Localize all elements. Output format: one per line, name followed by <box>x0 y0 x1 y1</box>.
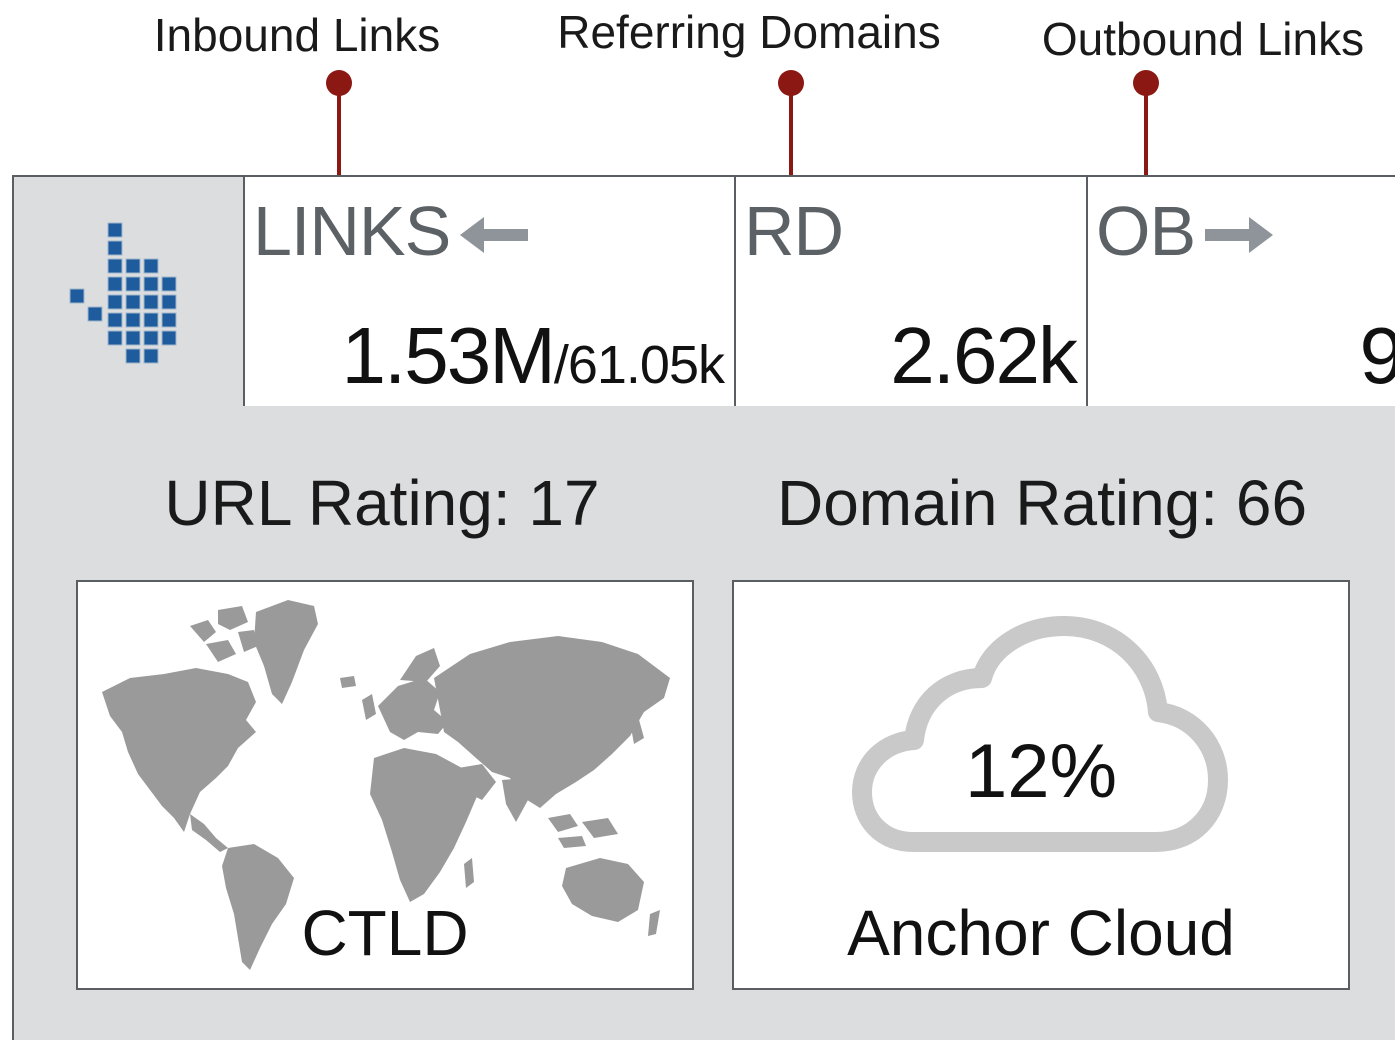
links-label: LINKS <box>253 192 451 270</box>
metric-rd[interactable]: RD 2.62k <box>736 177 1088 406</box>
domain-rating: Domain Rating: 66 <box>776 467 1308 539</box>
callout-referring-line <box>789 88 793 176</box>
ob-value: 9 <box>1359 311 1395 400</box>
url-rating: URL Rating: 17 <box>164 467 600 539</box>
metric-links[interactable]: LINKS 1.53M/61.05k <box>245 177 736 406</box>
ahrefs-toolbar: LINKS 1.53M/61.05k RD 2.62k OB 9 <box>12 175 1395 408</box>
callout-inbound-line <box>337 88 341 176</box>
rd-value: 2.62k <box>890 311 1078 400</box>
arrow-left-icon <box>460 191 529 271</box>
callout-referring-label: Referring Domains <box>557 6 941 58</box>
callout-outbound-label: Outbound Links <box>1041 13 1365 65</box>
ob-label-row: OB <box>1096 191 1274 271</box>
seo-toolbar-diagram: Inbound Links Referring Domains Outbound… <box>0 0 1395 1040</box>
links-label-row: LINKS <box>253 191 529 271</box>
links-value: 1.53M/61.05k <box>341 310 725 402</box>
ctld-caption: CTLD <box>301 897 469 969</box>
arrow-right-icon <box>1205 191 1274 271</box>
anchor-cloud-caption: Anchor Cloud <box>847 897 1235 969</box>
logo-button[interactable] <box>14 177 245 406</box>
links-value-main: 1.53M <box>341 311 556 400</box>
ob-label: OB <box>1096 192 1196 270</box>
ctld-card[interactable]: CTLD <box>76 580 694 990</box>
anchor-cloud-value: 12% <box>964 729 1118 814</box>
rd-label: RD <box>744 192 844 270</box>
metric-ob[interactable]: OB 9 <box>1088 177 1395 406</box>
anchor-cloud-card[interactable]: 12% Anchor Cloud <box>732 580 1350 990</box>
callout-inbound-label: Inbound Links <box>153 9 441 61</box>
details-panel: URL Rating: 17 Domain Rating: 66 CTLD 12… <box>12 406 1395 1040</box>
callout-outbound-line <box>1144 88 1148 176</box>
links-value-sub: /61.05k <box>553 335 725 395</box>
rd-label-row: RD <box>744 191 844 271</box>
ahrefs-pixel-hand-icon <box>69 222 177 364</box>
